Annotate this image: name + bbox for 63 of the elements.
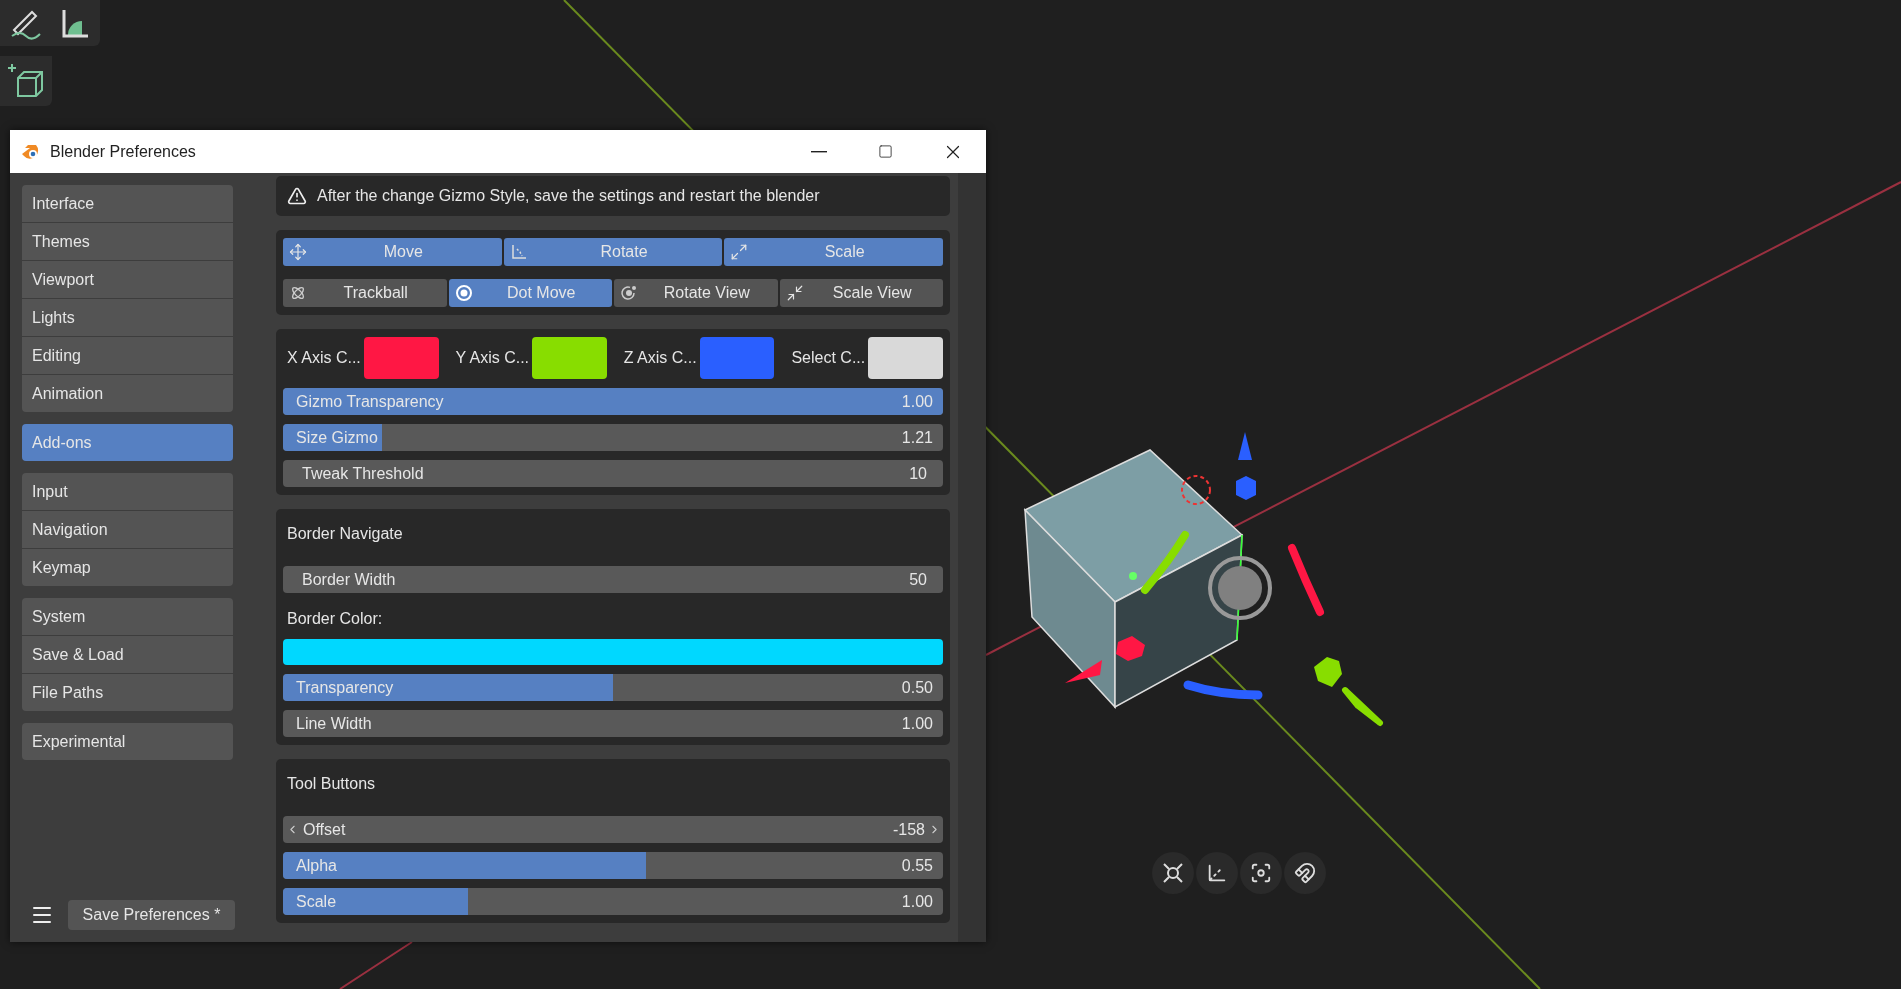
color-label: Select C... xyxy=(791,349,866,367)
sidebar-item[interactable]: Keymap xyxy=(22,549,233,586)
sidebar-item[interactable]: Save & Load xyxy=(22,636,233,673)
gizmo-style-button[interactable]: Rotate View xyxy=(614,279,778,307)
frame-button[interactable] xyxy=(1240,852,1282,894)
color-swatch[interactable] xyxy=(868,337,943,379)
toggle-gizmo-button[interactable] xyxy=(1152,852,1194,894)
focus-icon xyxy=(1250,862,1272,884)
magnet-icon xyxy=(1294,862,1316,884)
color-swatch[interactable] xyxy=(532,337,607,379)
sidebar-item[interactable]: Navigation xyxy=(22,511,233,548)
axes-icon xyxy=(1206,862,1228,884)
gizmo-style-button[interactable]: Move xyxy=(283,238,502,266)
slider[interactable]: Alpha 0.55 xyxy=(283,852,943,879)
color-swatch[interactable] xyxy=(699,337,775,379)
snap-button[interactable] xyxy=(1284,852,1326,894)
sidebar-item[interactable]: File Paths xyxy=(22,674,233,711)
minimize-icon xyxy=(810,150,827,153)
move-icon xyxy=(289,243,307,261)
notice-text: After the change Gizmo Style, save the settings and restart the blender xyxy=(317,187,820,205)
number-field[interactable]: Border Width 50 xyxy=(283,566,943,593)
axes-button[interactable] xyxy=(1196,852,1238,894)
color-label: X Axis C... xyxy=(287,349,361,367)
number-field[interactable]: Tweak Threshold 10 xyxy=(283,460,943,487)
gizmo-style-button[interactable]: Dot Move xyxy=(448,279,612,307)
ring-dot-icon xyxy=(454,284,473,302)
sidebar-item[interactable]: Lights xyxy=(22,299,233,336)
gizmo-style-button[interactable]: Rotate xyxy=(503,238,723,266)
color-field[interactable] xyxy=(283,639,943,665)
sidebar-item[interactable]: Viewport xyxy=(22,261,233,298)
shrink-icon xyxy=(785,284,804,302)
sidebar-item[interactable]: System xyxy=(22,598,233,635)
warning-icon xyxy=(287,186,307,206)
section-heading: Tool Buttons xyxy=(286,774,377,794)
window-title: Blender Preferences xyxy=(50,142,197,161)
color-label: Z Axis C... xyxy=(623,349,697,367)
sidebar-item[interactable]: Themes xyxy=(22,223,233,260)
sidebar-item[interactable]: Animation xyxy=(22,375,233,412)
color-label: Border Color: xyxy=(286,609,384,629)
slider[interactable]: Gizmo Transparency 1.00 xyxy=(283,388,943,415)
crossed-circle-icon xyxy=(1162,862,1184,884)
color-label: Y Axis C... xyxy=(455,349,530,367)
section-heading: Border Navigate xyxy=(286,524,404,544)
sidebar-item[interactable]: Editing xyxy=(22,337,233,374)
sidebar-item[interactable]: Add-ons xyxy=(22,424,233,461)
slider[interactable]: Transparency 0.50 xyxy=(283,674,943,701)
save-preferences-button[interactable]: Save Preferences * xyxy=(68,900,235,930)
angle-icon xyxy=(509,243,528,261)
gizmo-style-button[interactable]: Scale View xyxy=(779,279,943,307)
number-field[interactable]: Line Width 1.00 xyxy=(283,710,943,737)
sidebar-item[interactable]: Experimental xyxy=(22,723,233,760)
orbit-icon xyxy=(620,284,638,302)
slider[interactable]: Scale 1.00 xyxy=(283,888,943,915)
sidebar-item[interactable]: Interface xyxy=(22,185,233,222)
trackball-icon xyxy=(289,284,307,302)
gizmo-style-button[interactable]: Trackball xyxy=(283,279,447,307)
maximize-icon xyxy=(878,144,893,159)
slider[interactable]: Size Gizmo 1.21 xyxy=(283,424,943,451)
color-swatch[interactable] xyxy=(363,337,439,379)
expand-icon xyxy=(730,243,749,261)
sidebar-item[interactable]: Input xyxy=(22,473,233,510)
gizmo-style-button[interactable]: Scale xyxy=(724,238,943,266)
number-field[interactable]: Offset -158 xyxy=(283,816,943,843)
